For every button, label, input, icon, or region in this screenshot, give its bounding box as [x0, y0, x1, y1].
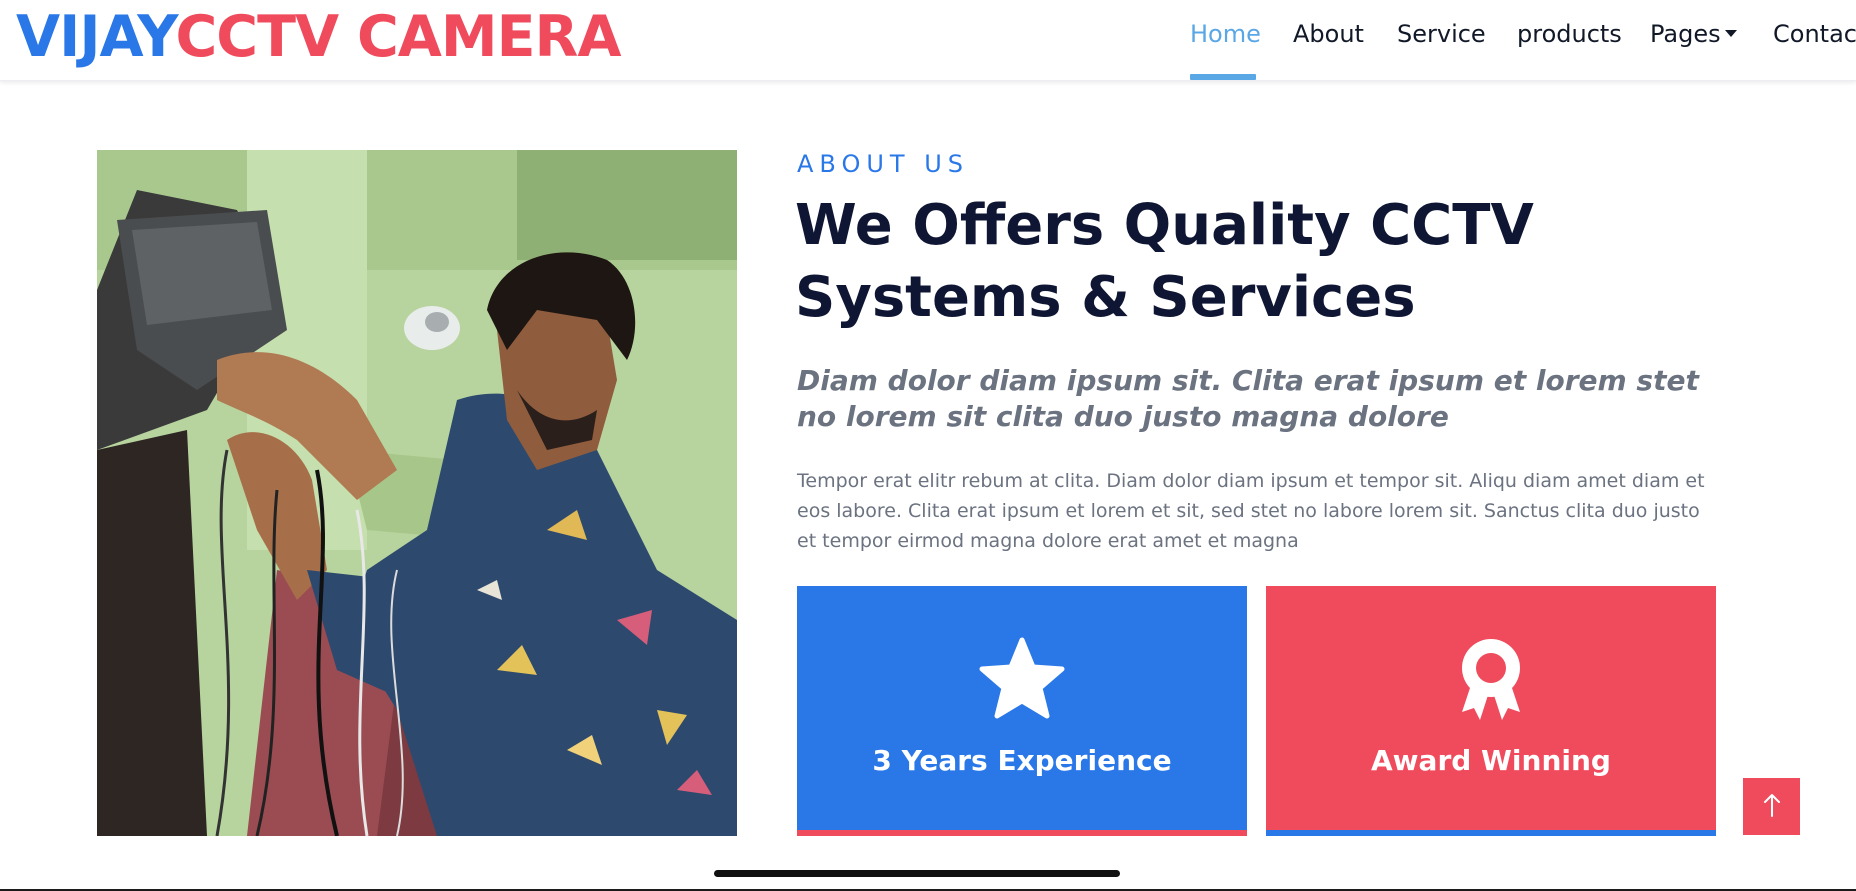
section-eyebrow: ABOUT US — [797, 150, 970, 178]
award-ribbon-icon — [1456, 636, 1526, 726]
section-title-line1: We Offers Quality CCTV — [795, 193, 1534, 258]
nav-item-about[interactable]: About — [1293, 20, 1364, 48]
nav-item-pages[interactable]: Pages — [1650, 20, 1737, 48]
section-body-text: Tempor erat elitr rebum at clita. Diam d… — [797, 470, 1705, 552]
brand-name-part2: CCTV CAMERA — [175, 4, 621, 70]
feature-card-award: Award Winning — [1266, 586, 1716, 836]
section-subtitle: Diam dolor diam ipsum sit. Clita erat ip… — [797, 364, 1699, 433]
feature-card-experience-label: 3 Years Experience — [872, 744, 1172, 777]
feature-card-award-label: Award Winning — [1371, 744, 1611, 777]
arrow-up-icon — [1762, 792, 1782, 821]
nav-item-contact[interactable]: Contact — [1773, 20, 1856, 48]
section-title: We Offers Quality CCTV Systems & Services — [795, 190, 1615, 334]
feature-card-experience: 3 Years Experience — [797, 586, 1247, 836]
brand-logo[interactable]: VIJAYCCTV CAMERA — [16, 4, 622, 70]
back-to-top-button[interactable] — [1743, 778, 1800, 835]
navbar: VIJAYCCTV CAMERA Home About Service prod… — [0, 0, 1856, 81]
star-icon — [978, 636, 1066, 724]
caret-down-icon — [1724, 30, 1737, 37]
nav-item-home[interactable]: Home — [1190, 20, 1261, 48]
nav-item-products[interactable]: products — [1517, 20, 1622, 48]
section-title-line2: Systems & Services — [795, 265, 1416, 330]
brand-name-part1: VIJAY — [16, 4, 176, 70]
technician-installing-cctv-photo — [97, 150, 737, 836]
nav-active-indicator — [1190, 74, 1256, 80]
nav-item-service[interactable]: Service — [1397, 20, 1486, 48]
nav-item-pages-label: Pages — [1650, 20, 1721, 48]
home-indicator-bar[interactable] — [714, 870, 1120, 877]
